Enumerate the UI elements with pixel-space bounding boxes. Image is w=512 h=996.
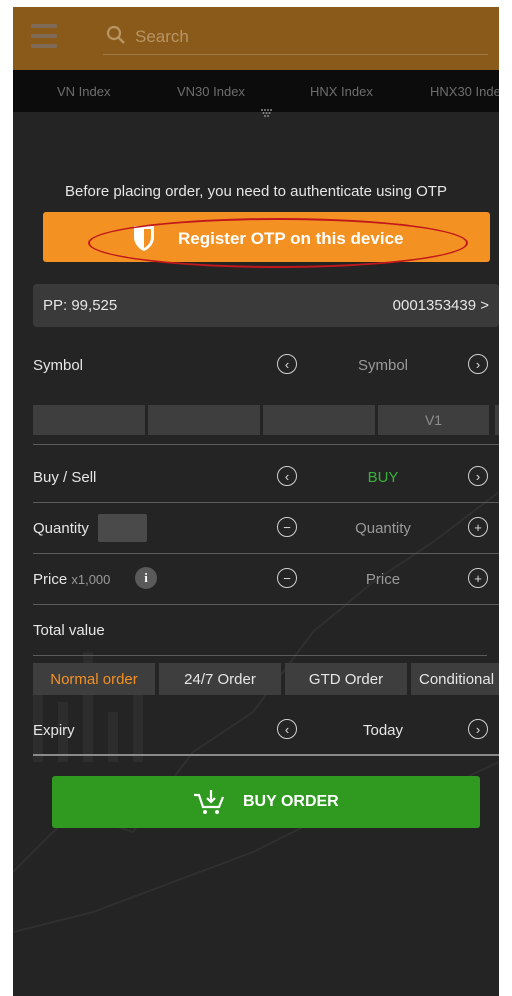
divider — [33, 754, 499, 756]
symbol-cell[interactable] — [495, 405, 499, 435]
price-input[interactable]: Price — [318, 571, 448, 588]
otp-message: Before placing order, you need to authen… — [65, 183, 447, 200]
symbol-cell[interactable] — [33, 405, 145, 435]
search-bar[interactable] — [103, 25, 488, 55]
quantity-row: Quantity − Quantity + — [33, 504, 499, 554]
price-label-group: Price x1,000 — [33, 571, 110, 588]
price-row: Price x1,000 i − Price + — [33, 555, 499, 605]
symbol-cell[interactable]: V1 — [378, 405, 489, 435]
divider — [33, 553, 499, 554]
index-ticker-bar: VN Index VN30 Index HNX Index HNX30 Inde — [13, 70, 499, 112]
symbol-cell[interactable] — [148, 405, 260, 435]
ticker-vn30-index[interactable]: VN30 Index — [177, 84, 245, 99]
menu-icon[interactable] — [31, 24, 57, 48]
buy-sell-value[interactable]: BUY — [318, 469, 448, 486]
price-plus-icon[interactable]: + — [468, 568, 488, 588]
purchasing-power: PP: 99,525 — [43, 297, 118, 314]
ticker-hnx-index[interactable]: HNX Index — [310, 84, 373, 99]
price-label: Price — [33, 571, 68, 588]
top-bar — [13, 7, 499, 70]
symbol-label: Symbol — [33, 357, 84, 374]
price-unit: x1,000 — [71, 572, 111, 587]
quantity-label: Quantity — [33, 520, 89, 537]
ticker-hnx30-index[interactable]: HNX30 Inde — [430, 84, 499, 99]
expiry-next-icon[interactable]: › — [468, 719, 488, 739]
buy-sell-row: Buy / Sell ‹ BUY › — [33, 453, 499, 503]
symbol-row: Symbol ‹ Symbol › — [33, 341, 499, 391]
expiry-value[interactable]: Today — [318, 722, 448, 739]
total-value-label: Total value — [33, 622, 105, 639]
highlight-ellipse — [88, 218, 468, 268]
quantity-input[interactable]: Quantity — [318, 520, 448, 537]
expiry-prev-icon[interactable]: ‹ — [277, 719, 297, 739]
buy-sell-label: Buy / Sell — [33, 469, 97, 486]
order-type-tabs: Normal order 24/7 Order GTD Order Condit… — [33, 663, 499, 695]
tab-24-7-order[interactable]: 24/7 Order — [159, 663, 281, 695]
buy-sell-next-icon[interactable]: › — [468, 466, 488, 486]
tab-normal-order[interactable]: Normal order — [33, 663, 155, 695]
total-value-row: Total value — [33, 606, 499, 656]
divider — [33, 655, 487, 656]
symbol-prev-icon[interactable]: ‹ — [277, 354, 297, 374]
search-input[interactable] — [135, 25, 465, 49]
quantity-plus-icon[interactable]: + — [468, 517, 488, 537]
divider — [33, 502, 499, 503]
app-screen: VN Index VN30 Index HNX Index HNX30 Inde… — [13, 7, 499, 996]
symbol-cell[interactable] — [263, 405, 375, 435]
price-minus-icon[interactable]: − — [277, 568, 297, 588]
expiry-label: Expiry — [33, 722, 75, 739]
quantity-minus-icon[interactable]: − — [277, 517, 297, 537]
search-icon — [106, 25, 125, 44]
account-bar[interactable]: PP: 99,525 0001353439 > — [33, 284, 499, 327]
symbol-value[interactable]: Symbol — [318, 357, 448, 374]
buy-order-button[interactable]: BUY ORDER — [52, 776, 480, 828]
buy-order-label: BUY ORDER — [243, 793, 339, 810]
symbol-next-icon[interactable]: › — [468, 354, 488, 374]
tab-gtd-order[interactable]: GTD Order — [285, 663, 407, 695]
cells-divider — [33, 444, 499, 445]
quantity-preset-box[interactable] — [98, 514, 147, 542]
cart-add-icon — [194, 790, 225, 814]
expiry-row: Expiry ‹ Today › — [33, 706, 499, 756]
ticker-vn-index[interactable]: VN Index — [57, 84, 110, 99]
info-icon[interactable]: i — [135, 567, 157, 589]
buy-sell-prev-icon[interactable]: ‹ — [277, 466, 297, 486]
divider — [33, 604, 499, 605]
divider — [33, 444, 499, 445]
account-number[interactable]: 0001353439 > — [393, 297, 489, 314]
tab-conditional-order[interactable]: Conditional — [411, 663, 499, 695]
symbol-cells: V1 — [33, 405, 499, 435]
